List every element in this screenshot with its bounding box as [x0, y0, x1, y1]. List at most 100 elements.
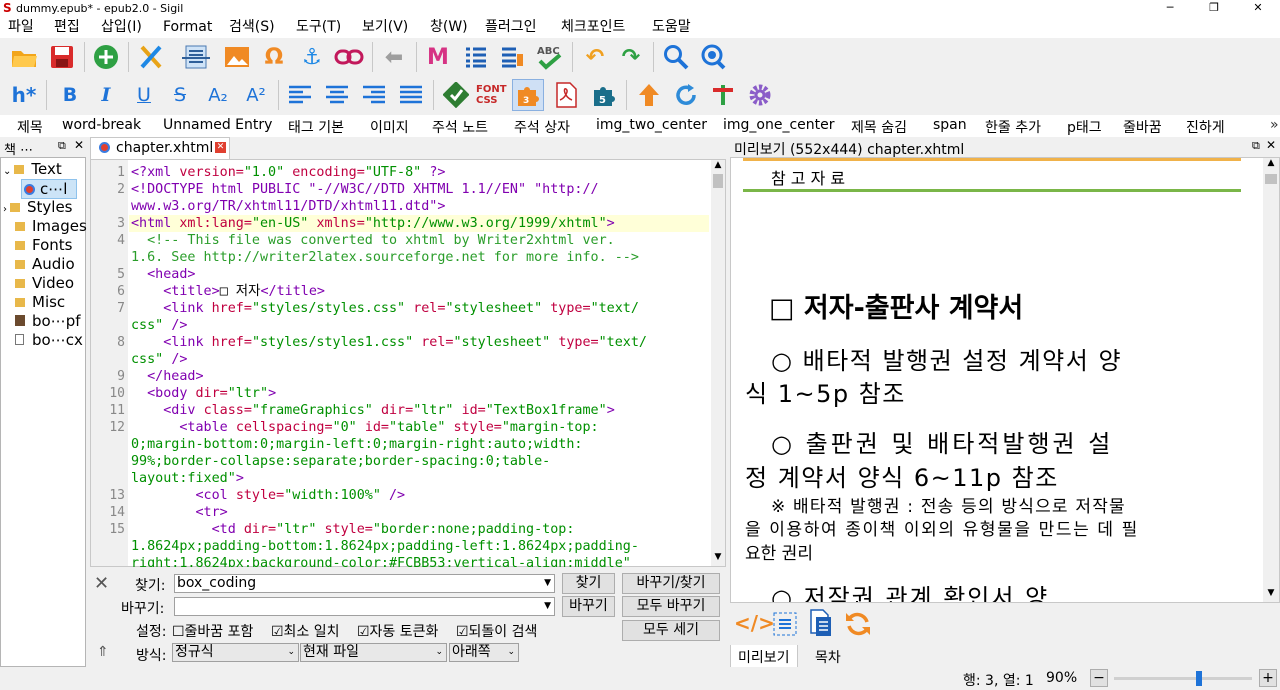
tree-item-opf[interactable]: bo⋯pf [15, 312, 81, 330]
close-panel-icon[interactable]: ✕ [1266, 138, 1276, 152]
menu-tools[interactable]: 도구(T) [296, 17, 341, 38]
direction-select[interactable]: 아래쪽 ⌄ [449, 643, 519, 662]
clip-item[interactable]: span [933, 117, 967, 133]
well-formed-check-icon[interactable] [440, 79, 472, 111]
clip-item[interactable]: img_two_center [596, 117, 707, 133]
spellcheck-icon[interactable]: ABC [533, 41, 565, 73]
more-clips-icon[interactable]: » [1270, 117, 1279, 133]
special-char-icon[interactable]: Ω [258, 41, 290, 73]
chevron-down-icon[interactable]: ▼ [544, 575, 551, 592]
clip-item[interactable]: word-break [62, 117, 141, 133]
tab-chapter-xhtml[interactable]: chapter.xhtml ✕ [90, 137, 230, 159]
heading-button[interactable]: h* [8, 79, 40, 111]
zoom-slider[interactable] [1114, 671, 1252, 686]
preview-pane[interactable]: 참 고 자 료 □ 저자-출판사 계약서 ○ 배타적 발행권 설정 계약서 양 … [730, 157, 1280, 603]
clip-item[interactable]: 한줄 추가 [985, 117, 1041, 137]
align-left-icon[interactable] [284, 79, 316, 111]
close-find-icon[interactable]: ✕ [94, 573, 109, 594]
scroll-down-icon[interactable]: ▼ [1263, 588, 1279, 602]
reload-preview-icon[interactable] [844, 610, 872, 638]
count-all-button[interactable]: 모두 세기 [622, 620, 720, 641]
link-icon[interactable] [333, 41, 365, 73]
clip-item[interactable]: 제목 [17, 117, 43, 137]
clip-item[interactable]: 제목 숨김 [851, 117, 907, 137]
scrollbar-thumb[interactable] [1265, 174, 1277, 184]
clip-item[interactable]: img_one_center [723, 117, 835, 133]
code-view-icon[interactable]: </> [734, 611, 775, 635]
find-input[interactable]: box_coding ▼ [174, 574, 555, 593]
clip-item[interactable]: 진하게 [1186, 117, 1225, 137]
open-folder-icon[interactable] [8, 41, 40, 73]
redo-icon[interactable]: ↷ [615, 41, 647, 73]
menu-view[interactable]: 보기(V) [362, 17, 408, 38]
preview-scrollbar[interactable]: ▲ ▼ [1263, 158, 1279, 602]
clip-item[interactable]: 주석 노트 [432, 117, 488, 137]
menu-file[interactable]: 파일 [8, 17, 34, 38]
tab-toc[interactable]: 목차 [815, 647, 841, 667]
pdf-icon[interactable] [550, 79, 582, 111]
clip-item[interactable]: p태그 [1067, 117, 1102, 137]
superscript-button[interactable]: A² [240, 79, 272, 111]
scope-select[interactable]: 현재 파일 ⌄ [300, 643, 447, 662]
align-center-icon[interactable] [321, 79, 353, 111]
menu-help[interactable]: 도움말 [652, 17, 691, 38]
tree-item-ncx[interactable]: bo⋯cx [15, 331, 83, 349]
copy-page-icon[interactable] [808, 609, 834, 637]
scroll-down-icon[interactable]: ▼ [711, 552, 725, 566]
auto-tokenize-checkbox[interactable]: ☑자동 토큰화 [357, 621, 438, 641]
minimize-button[interactable]: ─ [1148, 0, 1192, 17]
tree-item-styles[interactable]: › Styles [3, 198, 73, 216]
float-panel-icon[interactable]: ⧉ [58, 139, 66, 153]
split-icon[interactable] [180, 41, 212, 73]
search-icon[interactable] [660, 41, 692, 73]
save-icon[interactable] [46, 41, 78, 73]
clip-item[interactable]: Unnamed Entry [163, 117, 272, 133]
undo-icon[interactable]: ↶ [579, 41, 611, 73]
strikethrough-button[interactable]: S [164, 79, 196, 111]
tree-item-text[interactable]: ⌄ Text [3, 160, 62, 178]
clip-item[interactable]: 이미지 [370, 117, 409, 137]
align-right-icon[interactable] [358, 79, 390, 111]
add-red-green-icon[interactable] [707, 79, 739, 111]
refresh-icon[interactable] [670, 79, 702, 111]
replace-find-button[interactable]: 바꾸기/찾기 [622, 573, 720, 594]
close-panel-icon[interactable]: ✕ [74, 138, 84, 152]
minimal-match-checkbox[interactable]: ☑최소 일치 [271, 621, 340, 641]
up-arrow-icon[interactable] [633, 79, 665, 111]
tree-item-audio[interactable]: Audio [15, 255, 75, 273]
replace-input[interactable]: ▼ [174, 597, 555, 616]
clip-item[interactable]: 줄바꿈 [1123, 117, 1162, 137]
find-button[interactable]: 찾기 [562, 573, 615, 594]
menu-window[interactable]: 창(W) [430, 17, 468, 38]
collapse-up-icon[interactable]: ⇑ [97, 644, 109, 660]
tree-item-video[interactable]: Video [15, 274, 74, 292]
scrollbar-thumb[interactable] [713, 174, 723, 188]
code-editor[interactable]: 1 2 3 4 5 6 7 8 9 10 11 12 13 14 15 <?xm… [90, 159, 726, 567]
menu-checkpoints[interactable]: 체크포인트 [561, 17, 625, 38]
anchor-icon[interactable]: ⚓ [296, 41, 328, 73]
bold-button[interactable]: B [54, 79, 86, 111]
menu-plugins[interactable]: 플러그인 [485, 17, 537, 38]
replace-all-button[interactable]: 모두 바꾸기 [622, 596, 720, 617]
restore-button[interactable]: ❐ [1192, 0, 1236, 17]
font-css-button[interactable]: FONT CSS [476, 79, 508, 111]
menu-edit[interactable]: 편집 [54, 17, 80, 38]
close-tab-icon[interactable]: ✕ [215, 142, 226, 153]
menu-insert[interactable]: 삽입(I) [101, 17, 142, 38]
clip-item[interactable]: 태그 기본 [288, 117, 344, 137]
chevron-right-icon[interactable]: › [3, 204, 7, 215]
tree-item-chapter-file[interactable]: c⋯l [21, 179, 77, 199]
zoom-out-button[interactable]: − [1090, 669, 1108, 687]
menu-format[interactable]: Format [163, 17, 212, 38]
align-justify-icon[interactable] [395, 79, 427, 111]
search-text-icon[interactable] [697, 41, 729, 73]
underline-button[interactable]: U [128, 79, 160, 111]
insert-image-icon[interactable] [221, 41, 253, 73]
scroll-up-icon[interactable]: ▲ [711, 160, 725, 174]
editor-scrollbar[interactable]: ▲ ▼ [711, 160, 725, 566]
add-file-icon[interactable] [90, 41, 122, 73]
subscript-button[interactable]: A₂ [202, 79, 234, 111]
tree-item-images[interactable]: Images [15, 217, 87, 235]
menu-search[interactable]: 검색(S) [229, 17, 275, 38]
chevron-down-icon[interactable]: ⌄ [287, 644, 295, 661]
